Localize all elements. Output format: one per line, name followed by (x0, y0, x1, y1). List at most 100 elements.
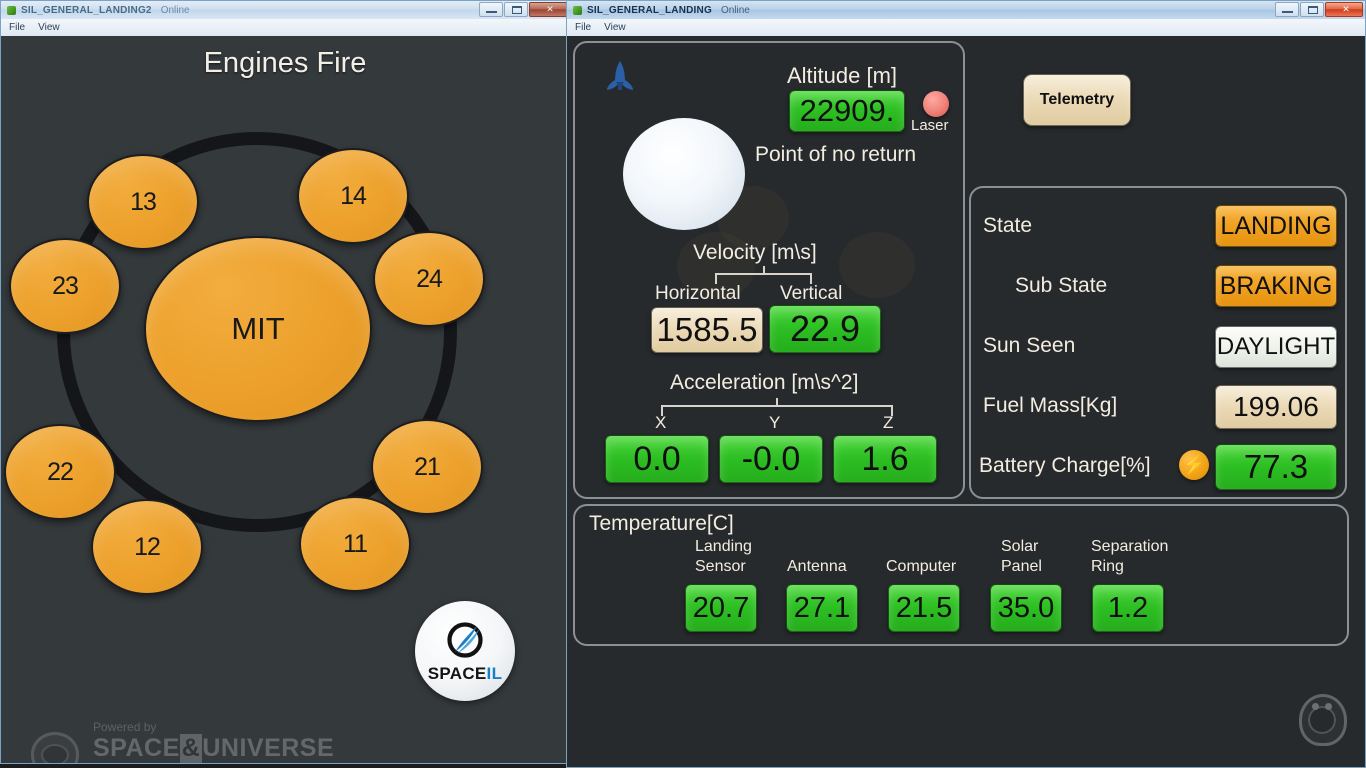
point-of-no-return-label: Point of no return (755, 143, 917, 166)
engine-24[interactable]: 24 (373, 231, 485, 327)
computer-label: Computer (886, 558, 957, 575)
engine-23[interactable]: 23 (9, 238, 121, 334)
lightning-bolt-icon: ⚡ (1179, 450, 1209, 480)
powered-by-label: Powered by (93, 720, 157, 734)
planet-graphic (828, 206, 874, 252)
engine-label: 22 (47, 457, 74, 486)
menu-item-file[interactable]: File (9, 22, 25, 33)
fuel-mass-label: Fuel Mass[Kg] (983, 394, 1118, 417)
maximize-icon[interactable] (504, 2, 528, 17)
state-value: LANDING (1215, 205, 1337, 247)
left-window-controls[interactable]: ✕ (479, 2, 567, 17)
sub-state-value: BRAKING (1215, 265, 1337, 307)
velocity-label: Velocity [m\s] (693, 241, 817, 264)
left-window-body: Engines Fire 13 14 23 24 22 21 12 11 MIT (0, 36, 570, 764)
separation-ring-label-1: Separation (1091, 538, 1169, 555)
window-landing2[interactable]: SIL_GENERAL_LANDING2 Online ✕ File View … (0, 0, 570, 764)
engine-21[interactable]: 21 (371, 419, 483, 515)
window-landing[interactable]: SIL_GENERAL_LANDING Online ✕ File View T… (566, 0, 1366, 768)
sub-state-label: Sub State (1015, 274, 1108, 297)
laser-indicator-led (923, 91, 949, 117)
right-window-title: SIL_GENERAL_LANDING (587, 4, 712, 16)
right-window-status: Online (720, 4, 750, 16)
solar-panel-label-1: Solar (1001, 538, 1039, 555)
menu-item-view[interactable]: View (604, 22, 626, 33)
spaceil-wordmark: SPACEIL (427, 664, 503, 683)
powered-by-watermark: Powered by SPACE&UNIVERSE YouTube (31, 720, 334, 763)
engine-diagram: 13 14 23 24 22 21 12 11 MIT (1, 76, 569, 636)
temperature-panel: Temperature[C] Landing Sensor 20.7 Anten… (573, 504, 1349, 646)
monkey-eye-left (1312, 703, 1319, 710)
sun-seen-label: Sun Seen (983, 334, 1076, 357)
velocity-horizontal-label: Horizontal (655, 283, 741, 304)
acceleration-y-value: -0.0 (719, 435, 823, 483)
monkey-face-icon (1308, 706, 1336, 734)
left-window-status: Online (160, 4, 190, 16)
sun-seen-value: DAYLIGHT (1215, 326, 1337, 368)
separation-ring-label-2: Ring (1091, 558, 1124, 575)
engine-label: 11 (343, 529, 368, 558)
close-icon[interactable]: ✕ (1325, 2, 1363, 17)
battery-charge-value: 77.3 (1215, 444, 1337, 490)
flight-panel: Altitude [m] 22909. Laser Point of no re… (573, 41, 965, 499)
acceleration-x-value: 0.0 (605, 435, 709, 483)
right-window-controls[interactable]: ✕ (1275, 2, 1363, 17)
brand-name: SPACE&UNIVERSE (93, 734, 335, 763)
astronaut-helmet-icon (31, 732, 79, 763)
left-titlebar[interactable]: SIL_GENERAL_LANDING2 Online ✕ (0, 0, 570, 19)
status-panel: State LANDING Sub State BRAKING Sun Seen… (969, 186, 1347, 499)
velocity-bracket (715, 266, 812, 284)
app-icon (6, 5, 17, 16)
altitude-label: Altitude [m] (787, 63, 898, 88)
engine-label: 24 (416, 264, 443, 293)
engine-13[interactable]: 13 (87, 154, 199, 250)
menu-item-view[interactable]: View (38, 22, 60, 33)
engine-12[interactable]: 12 (91, 499, 203, 595)
velocity-vertical-value: 22.9 (769, 305, 881, 353)
left-menubar[interactable]: File View (0, 19, 570, 36)
fuel-mass-value: 199.06 (1215, 385, 1337, 429)
battery-charge-label: Battery Charge[%] (979, 454, 1151, 477)
screen: SIL_GENERAL_LANDING2 Online ✕ File View … (0, 0, 1366, 768)
right-window-body: Telemetry SPACEIL (566, 36, 1366, 768)
acceleration-z-value: 1.6 (833, 435, 937, 483)
antenna-label: Antenna (787, 558, 847, 575)
acceleration-y-label: Y (769, 413, 781, 432)
antenna-value: 27.1 (786, 584, 858, 632)
acceleration-z-label: Z (883, 413, 894, 432)
altitude-value: 22909. (789, 90, 905, 132)
minimize-icon[interactable] (1275, 2, 1299, 17)
telemetry-button-label: Telemetry (1039, 91, 1115, 108)
engine-label: 21 (414, 452, 441, 481)
minimize-icon[interactable] (479, 2, 503, 17)
acceleration-label: Acceleration [m\s^2] (670, 371, 859, 394)
computer-value: 21.5 (888, 584, 960, 632)
engine-label: 14 (340, 181, 367, 210)
astronaut-monkey-watermark (1299, 694, 1347, 746)
landing-sensor-label-1: Landing (695, 538, 752, 555)
solar-panel-label-2: Panel (1001, 558, 1042, 575)
engine-22[interactable]: 22 (4, 424, 116, 520)
maximize-icon[interactable] (1300, 2, 1324, 17)
spaceil-logo: SPACEIL (415, 601, 515, 701)
right-titlebar[interactable]: SIL_GENERAL_LANDING Online ✕ (566, 0, 1366, 19)
engine-label: 23 (52, 271, 79, 300)
engine-label: MIT (231, 311, 285, 346)
engine-label: 12 (134, 532, 161, 561)
separation-ring-value: 1.2 (1092, 584, 1164, 632)
engine-14[interactable]: 14 (297, 148, 409, 244)
close-icon[interactable]: ✕ (529, 2, 567, 17)
engine-main-mit[interactable]: MIT (144, 236, 372, 422)
menu-item-file[interactable]: File (575, 22, 591, 33)
velocity-vertical-label: Vertical (780, 283, 843, 304)
moon-graphic (623, 118, 745, 230)
engine-11[interactable]: 11 (299, 496, 411, 592)
telemetry-button[interactable]: Telemetry (1023, 74, 1131, 126)
monkey-eye-right (1325, 703, 1332, 710)
left-window-title: SIL_GENERAL_LANDING2 (21, 4, 152, 16)
state-label: State (983, 214, 1033, 237)
temperature-title: Temperature[C] (589, 512, 734, 535)
spaceil-mark-icon (444, 620, 486, 667)
right-menubar[interactable]: File View (566, 19, 1366, 36)
landing-sensor-label-2: Sensor (695, 558, 746, 575)
